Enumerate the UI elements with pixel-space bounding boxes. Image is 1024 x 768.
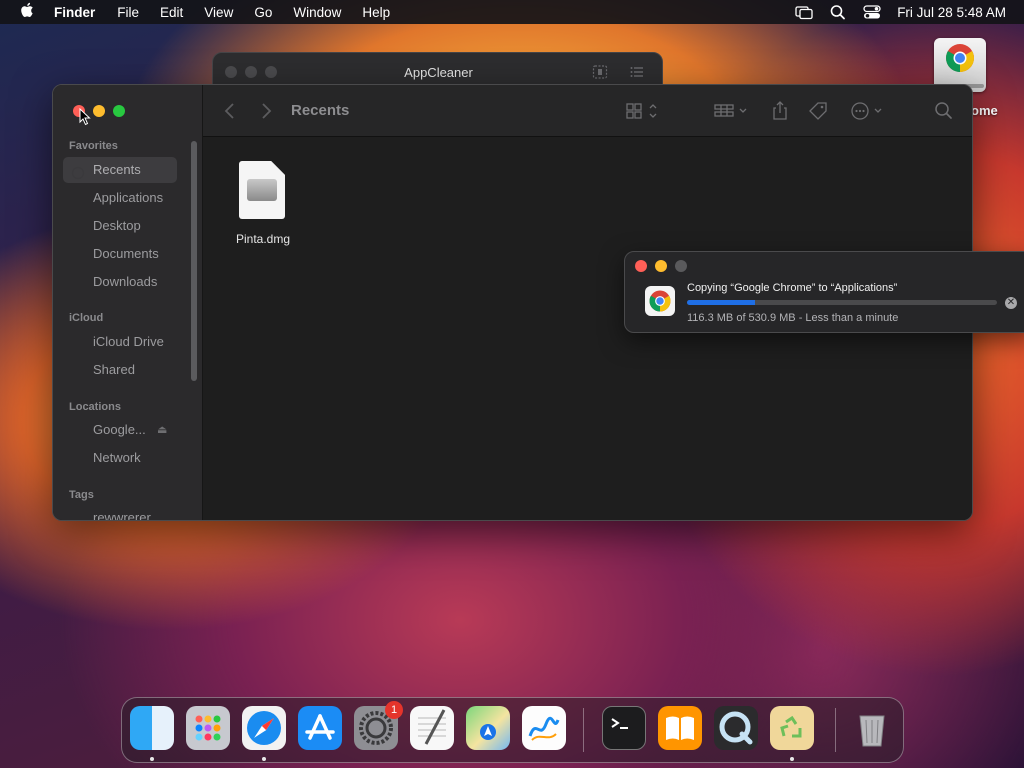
sidebar-item-label: Desktop [93, 218, 141, 233]
shared-folder-icon [71, 363, 85, 377]
sidebar-item-tag[interactable]: rewwrerer [63, 505, 177, 521]
menu-clock[interactable]: Fri Jul 28 5:48 AM [897, 5, 1006, 20]
menu-view[interactable]: View [204, 5, 233, 20]
progress-bar [687, 300, 997, 305]
dock-trash-icon[interactable] [850, 706, 894, 750]
copy-progress-dialog[interactable]: Copying “Google Chrome” to “Applications… [624, 251, 1024, 333]
menu-edit[interactable]: Edit [160, 5, 183, 20]
close-button[interactable] [635, 260, 647, 272]
menu-app-finder[interactable]: Finder [54, 5, 95, 20]
sidebar-section-favorites: Favorites [69, 140, 118, 152]
sidebar-scrollbar[interactable] [191, 141, 197, 381]
dock-textedit-icon[interactable] [410, 706, 454, 750]
list-view-icon[interactable] [629, 64, 645, 85]
chrome-app-icon [645, 286, 675, 316]
copy-message: Copying “Google Chrome” to “Applications… [687, 282, 898, 294]
tag-dot-icon [71, 511, 85, 520]
window-title: Recents [291, 102, 350, 119]
apple-menu-icon[interactable] [0, 2, 54, 23]
clock-icon [71, 163, 85, 180]
finder-sidebar: Favorites Recents Applications Desktop D… [53, 85, 203, 521]
dock-separator [835, 708, 836, 752]
progress-fill [687, 300, 756, 305]
dock-safari-icon[interactable] [242, 706, 286, 750]
dock-separator [583, 708, 584, 752]
share-icon[interactable] [771, 100, 789, 122]
minimize-button[interactable] [655, 260, 667, 272]
menu-bar: Finder File Edit View Go Window Help Fri… [0, 0, 1024, 24]
menu-file[interactable]: File [117, 5, 139, 20]
minimize-button[interactable] [93, 105, 105, 117]
more-actions-icon[interactable] [849, 100, 885, 122]
eject-icon[interactable]: ⏏ [157, 417, 167, 443]
dock-quicktime-icon[interactable] [714, 706, 758, 750]
running-indicator [150, 757, 154, 761]
applications-icon [71, 191, 85, 205]
search-icon[interactable] [934, 100, 954, 122]
document-icon [71, 247, 85, 261]
sidebar-section-locations: Locations [69, 401, 121, 413]
sidebar-item-label: Documents [93, 246, 159, 261]
tag-icon[interactable] [807, 100, 829, 122]
sidebar-item-network[interactable]: Network [63, 445, 177, 471]
notification-badge: 1 [385, 701, 403, 719]
dock-appcleaner-icon[interactable] [770, 706, 814, 750]
sidebar-item-icloud-drive[interactable]: iCloud Drive [63, 329, 177, 355]
sidebar-item-downloads[interactable]: Downloads [63, 269, 177, 295]
dock-launchpad-icon[interactable] [186, 706, 230, 750]
control-center-icon[interactable] [863, 4, 881, 20]
running-indicator [262, 757, 266, 761]
dock-freeform-icon[interactable] [522, 706, 566, 750]
download-icon [71, 275, 85, 289]
mouse-cursor-icon [79, 107, 91, 131]
menu-window[interactable]: Window [293, 5, 341, 20]
sidebar-item-label: rewwrerer [93, 510, 151, 521]
dock-books-icon[interactable] [658, 706, 702, 750]
menu-help[interactable]: Help [362, 5, 390, 20]
cloud-icon [71, 335, 85, 349]
sidebar-section-tags: Tags [69, 489, 94, 501]
sidebar-item-desktop[interactable]: Desktop [63, 213, 177, 239]
sidebar-item-label: Applications [93, 190, 164, 205]
file-name: Pinta.dmg [235, 232, 291, 246]
spotlight-search-icon[interactable] [829, 4, 847, 20]
cancel-copy-icon[interactable]: ✕ [1005, 297, 1017, 309]
dock-terminal-icon[interactable] [602, 706, 646, 750]
zoom-button [675, 260, 687, 272]
globe-icon [71, 451, 85, 465]
screen-mirroring-icon[interactable] [795, 4, 813, 20]
drop-zone-icon[interactable] [592, 64, 608, 85]
sidebar-item-applications[interactable]: Applications [63, 185, 177, 211]
menu-go[interactable]: Go [254, 5, 272, 20]
sidebar-item-label: Network [93, 450, 141, 465]
sidebar-item-google-volume[interactable]: Google... ⏏ [63, 417, 177, 443]
sidebar-item-label: Downloads [93, 274, 158, 289]
dock-finder-icon[interactable] [130, 706, 174, 750]
dock: 1 [121, 697, 904, 763]
sidebar-section-icloud: iCloud [69, 312, 104, 324]
sidebar-item-documents[interactable]: Documents [63, 241, 177, 267]
disk-icon [71, 423, 85, 437]
view-grid-icon[interactable] [625, 100, 659, 122]
running-indicator [790, 757, 794, 761]
dock-maps-icon[interactable] [466, 706, 510, 750]
sidebar-item-label: Shared [93, 362, 135, 377]
finder-toolbar: Recents [203, 85, 972, 137]
sidebar-item-label: Recents [93, 162, 141, 177]
zoom-button[interactable] [113, 105, 125, 117]
sidebar-item-shared[interactable]: Shared [63, 357, 177, 383]
sidebar-item-label: Google... [93, 422, 146, 437]
forward-chevron-icon[interactable] [259, 100, 273, 122]
sidebar-item-label: iCloud Drive [93, 334, 164, 349]
dock-app-store-icon[interactable] [298, 706, 342, 750]
back-chevron-icon[interactable] [223, 100, 237, 122]
group-by-icon[interactable] [713, 100, 749, 122]
sidebar-item-recents[interactable]: Recents [63, 157, 177, 183]
copy-status: 116.3 MB of 530.9 MB - Less than a minut… [687, 312, 899, 324]
desktop-icon [71, 219, 85, 233]
